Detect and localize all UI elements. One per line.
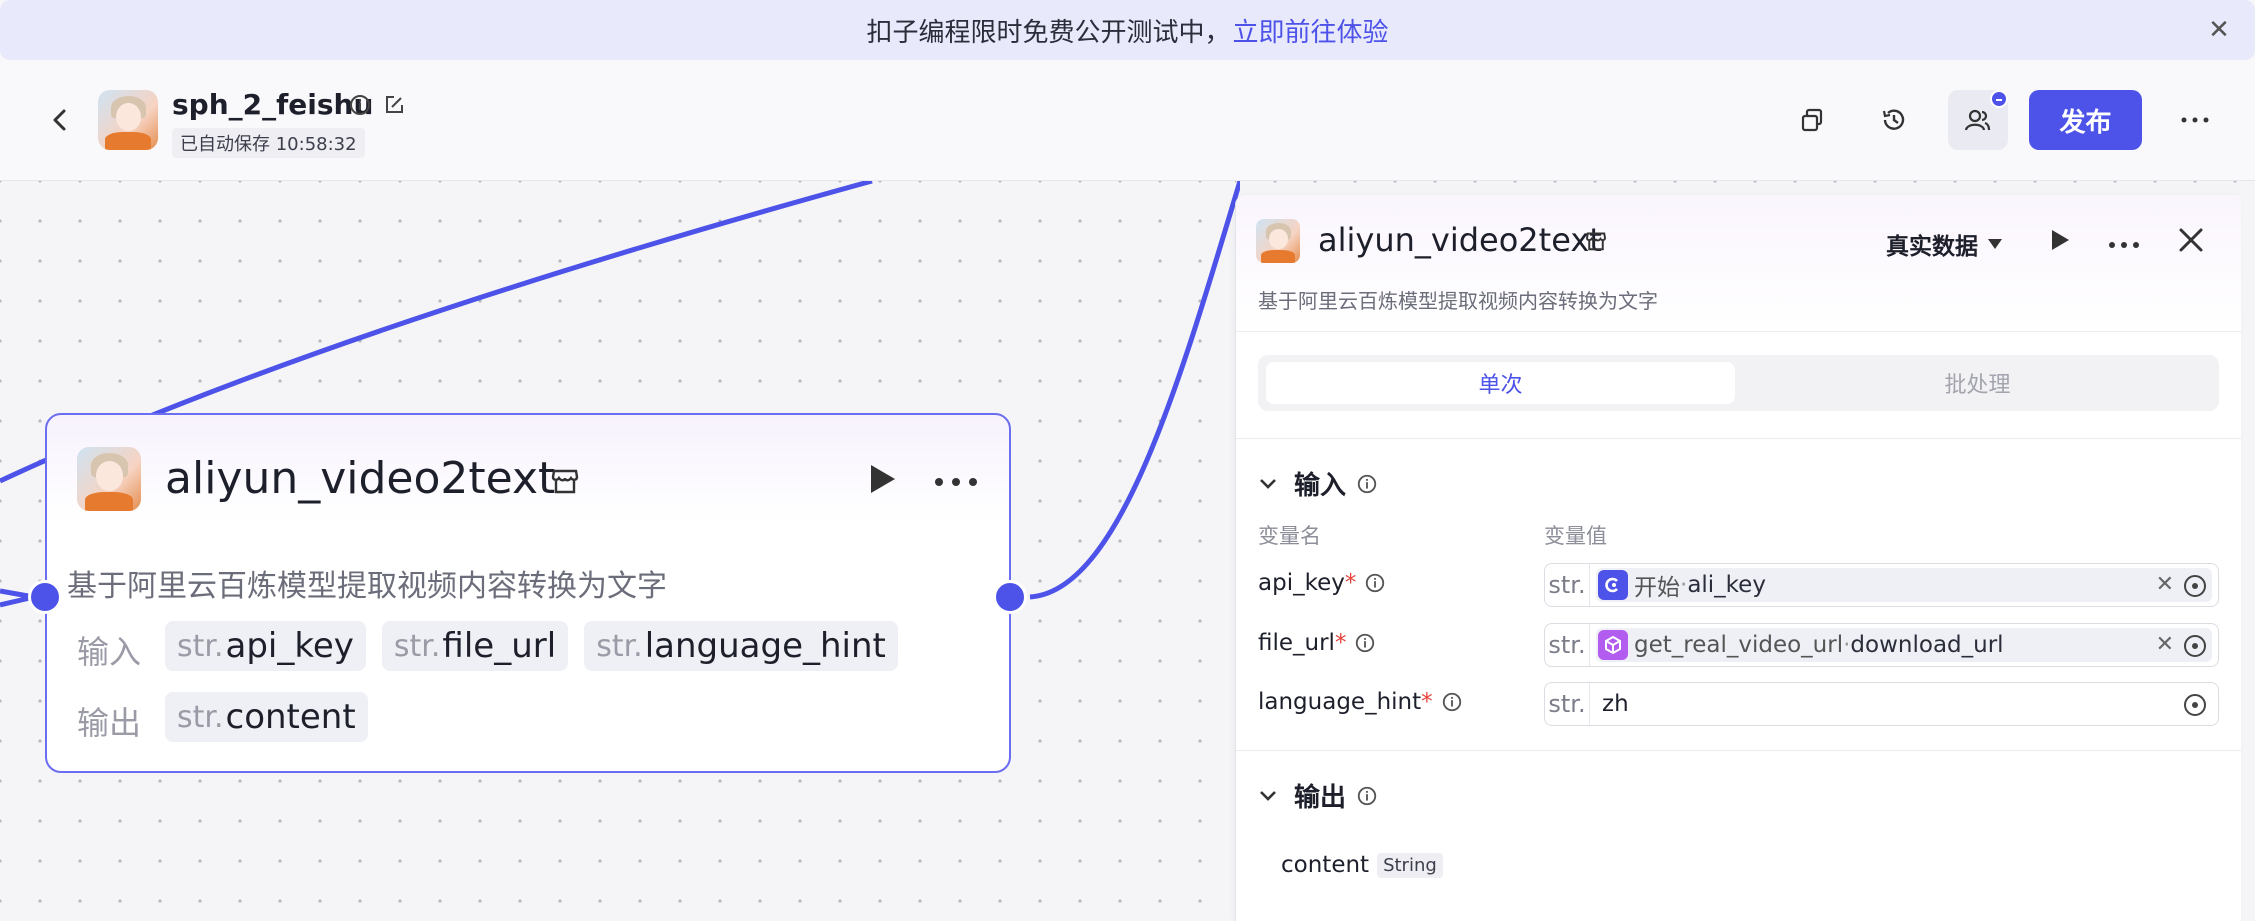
caret-down-icon (1988, 239, 2002, 249)
edit-icon[interactable] (382, 93, 406, 117)
collaborators-button[interactable] (1948, 90, 2008, 150)
back-icon[interactable] (45, 105, 75, 135)
data-mode-select[interactable]: 真实数据 (1886, 227, 2004, 261)
chevron-down-icon (1260, 790, 1276, 801)
input-section-title: 输入 (1294, 471, 1347, 501)
node-avatar (77, 447, 141, 511)
workflow-node-aliyun-video2text[interactable]: aliyun_video2text 基于阿里云百炼模型提取视频内容转换为文字 输… (45, 413, 1011, 773)
node-run-icon[interactable] (863, 461, 899, 497)
node-input-label: 输入 (77, 633, 142, 671)
clear-icon[interactable]: ✕ (2156, 632, 2174, 657)
variable-settings-icon[interactable] (2182, 633, 2208, 659)
tab-single[interactable]: 单次 (1266, 362, 1735, 404)
panel-run-icon[interactable] (2046, 227, 2072, 253)
variable-reference[interactable]: 开始 · ali_key (1596, 568, 2212, 602)
more-icon (2181, 117, 2209, 123)
input-section-header[interactable]: 输入 (1258, 465, 1378, 502)
divider (1236, 438, 2241, 439)
banner-link[interactable]: 立即前往体验 (1233, 12, 1389, 49)
node-outputs: str. content (165, 692, 384, 742)
copy-button[interactable] (1782, 90, 1842, 150)
start-node-icon (1598, 570, 1628, 600)
project-title: sph_2_feishu (172, 88, 374, 121)
panel-description: 基于阿里云百炼模型提取视频内容转换为文字 (1258, 289, 1658, 313)
output-section-header[interactable]: 输出 (1258, 777, 1378, 814)
users-icon (1964, 109, 1991, 131)
type-badge: str. (1545, 564, 1590, 606)
node-inputs: str. api_key str. file_url str. language_hi… (165, 621, 914, 671)
type-badge: str. (1545, 624, 1590, 666)
col-var-value: 变量值 (1544, 524, 1607, 548)
node-config-panel: aliyun_video2text 真实数据 基于阿里云百炼模型提取视频内容转换… (1235, 195, 2241, 921)
more-menu-button[interactable] (2165, 90, 2225, 150)
workflow-node-icon (1598, 630, 1628, 660)
announcement-banner: 扣子编程限时免费公开测试中， 立即前往体验 (0, 0, 2255, 60)
col-var-name: 变量名 (1258, 524, 1321, 548)
header: sph_2_feishu 已自动保存 10:58:32 发布 (0, 60, 2255, 181)
panel-store-icon (1584, 229, 1608, 253)
publish-button[interactable]: 发布 (2029, 90, 2142, 150)
output-type-badge: String (1377, 852, 1443, 878)
history-icon (1882, 109, 1905, 130)
param-label-file-url: file_url * (1258, 630, 1376, 656)
node-title: aliyun_video2text (165, 453, 556, 504)
notification-badge (1990, 90, 2008, 108)
info-icon[interactable] (1354, 632, 1376, 654)
info-icon[interactable] (1441, 691, 1463, 713)
variable-settings-icon[interactable] (2182, 692, 2208, 718)
chevron-down-icon (1260, 478, 1276, 489)
info-icon[interactable] (1356, 473, 1378, 495)
panel-close-icon[interactable] (2176, 225, 2206, 255)
variable-settings-icon[interactable] (2182, 573, 2208, 599)
param-label-api-key: api_key * (1258, 570, 1386, 596)
autosave-status: 已自动保存 10:58:32 (172, 128, 365, 158)
copy-icon (1801, 108, 1823, 132)
info-icon[interactable] (1364, 572, 1386, 594)
node-input-port[interactable] (28, 580, 62, 614)
node-input-chip: str. api_key (165, 621, 366, 671)
node-output-port[interactable] (993, 580, 1027, 614)
node-output-label: 输出 (77, 704, 142, 742)
tab-batch[interactable]: 批处理 (1743, 362, 2212, 404)
banner-text: 扣子编程限时免费公开测试中， (866, 17, 1231, 48)
output-section-title: 输出 (1294, 783, 1347, 813)
history-button[interactable] (1864, 90, 1924, 150)
run-mode-tabs: 单次 批处理 (1258, 355, 2219, 411)
file-url-field[interactable]: str. get_real_video_url · download_url ✕ (1544, 623, 2219, 667)
clear-icon[interactable]: ✕ (2156, 572, 2174, 597)
project-avatar (98, 90, 158, 150)
panel-header: aliyun_video2text 真实数据 基于阿里云百炼模型提取视频内容转换… (1236, 195, 2241, 332)
output-item: content String (1281, 852, 1443, 878)
output-name: content (1281, 852, 1370, 878)
node-more-icon[interactable] (933, 473, 979, 486)
panel-title: aliyun_video2text (1318, 221, 1602, 259)
param-label-language-hint: language_hint * (1258, 689, 1463, 715)
node-input-chip: str. file_url (381, 621, 569, 671)
language-hint-value[interactable]: zh (1602, 691, 1629, 717)
banner-close-icon[interactable]: ✕ (2203, 14, 2235, 46)
edge-out (1029, 181, 1240, 600)
node-description: 基于阿里云百炼模型提取视频内容转换为文字 (67, 569, 667, 604)
panel-avatar (1256, 219, 1300, 263)
divider (1236, 750, 2241, 751)
language-hint-field[interactable]: str. zh (1544, 682, 2219, 726)
panel-more-icon[interactable] (2108, 235, 2140, 248)
data-mode-label: 真实数据 (1886, 234, 1978, 260)
variable-reference[interactable]: get_real_video_url · download_url (1596, 628, 2212, 662)
store-icon (549, 465, 581, 497)
type-badge: str. (1545, 683, 1590, 725)
api-key-field[interactable]: str. 开始 · ali_key ✕ (1544, 563, 2219, 607)
info-icon[interactable] (1356, 785, 1378, 807)
project-info-icon[interactable] (348, 93, 372, 117)
node-output-chip: str. content (165, 692, 368, 742)
node-input-chip: str. language_hint (584, 621, 898, 671)
